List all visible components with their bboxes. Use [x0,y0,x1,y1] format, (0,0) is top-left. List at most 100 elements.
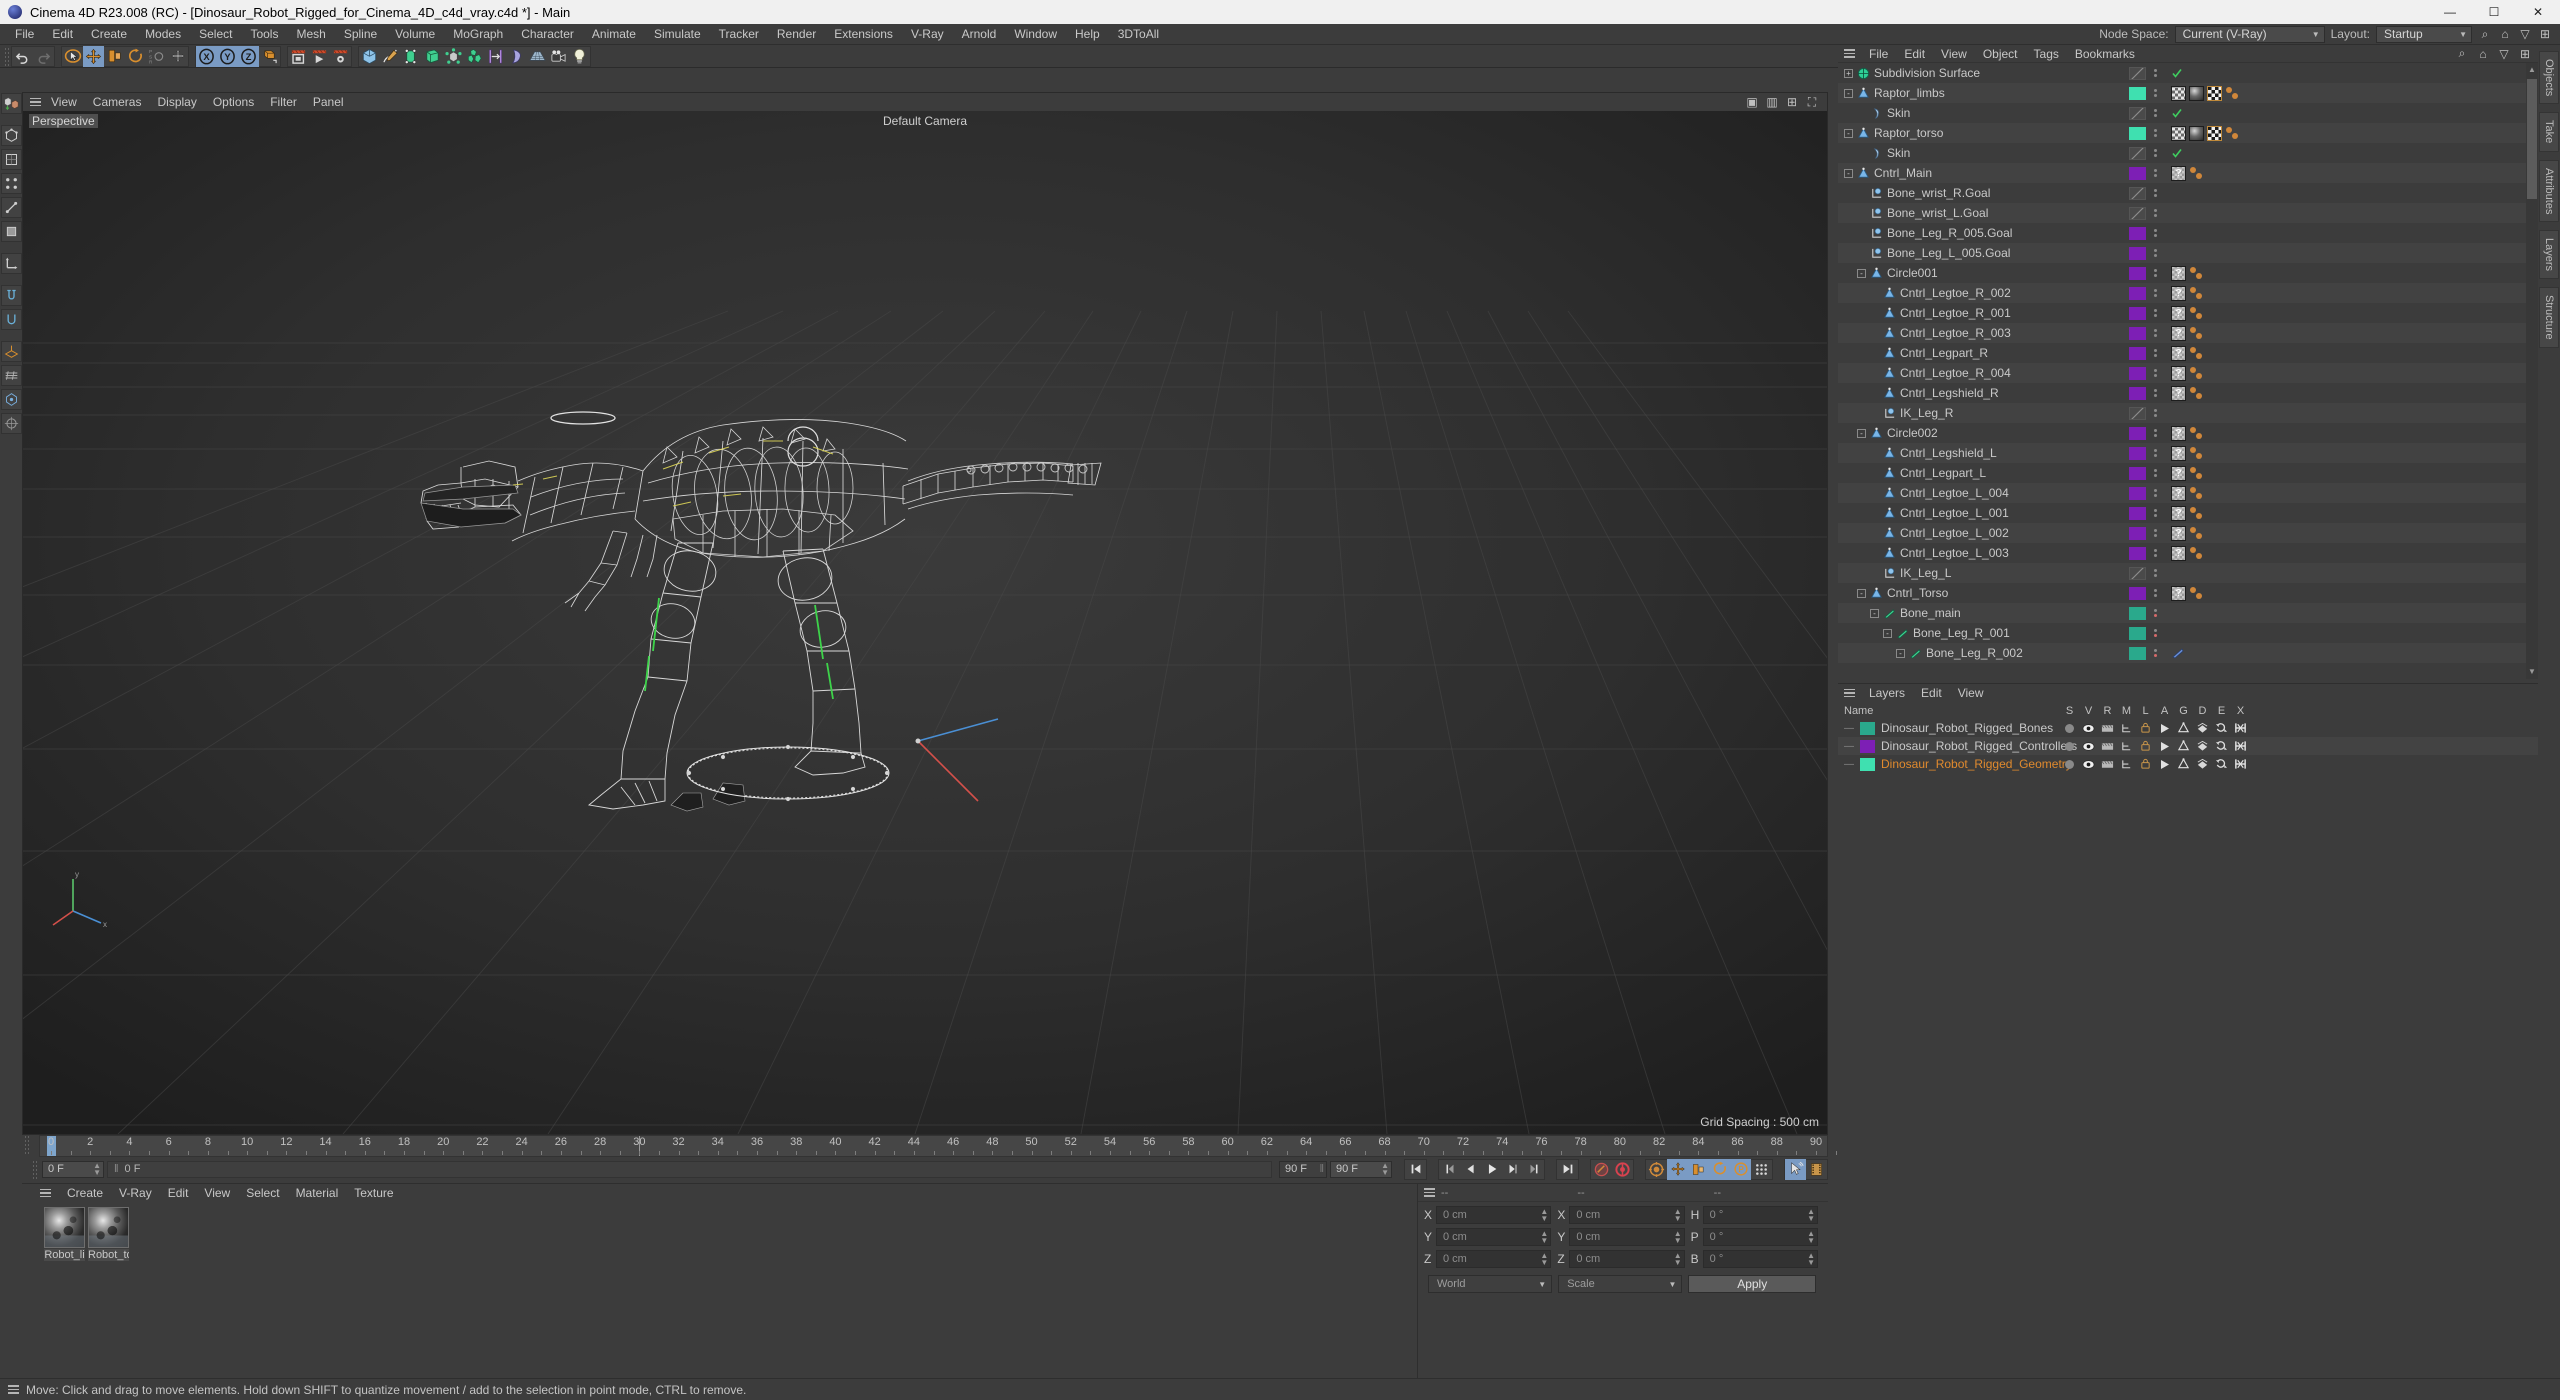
layer-toggle-l[interactable] [2136,722,2155,734]
object-visibility-dots[interactable] [2154,189,2157,197]
layer-toggle-x[interactable] [2231,740,2250,752]
object-visibility-dots[interactable] [2154,569,2157,577]
object-layer-color-chip[interactable] [2129,566,2146,580]
rotation-h-field[interactable]: 0 ° ▲ ▼ [1702,1206,1818,1224]
object-tree-row[interactable]: - Raptor_torso [1838,123,2526,143]
material-preview-sphere[interactable] [44,1207,85,1248]
viewport-menu-item-panel[interactable]: Panel [305,93,352,111]
editor-visibility-dot[interactable] [2154,409,2157,412]
world-object-axis-tool[interactable] [167,46,188,67]
object-layer-color-chip[interactable] [2129,206,2146,220]
viewport-menu-item-display[interactable]: Display [149,93,204,111]
object-tree-row[interactable]: Cntrl_Legtoe_L_004? [1838,483,2526,503]
editor-visibility-dot[interactable] [2154,249,2157,252]
object-tree-row[interactable]: Cntrl_Legtoe_L_002? [1838,523,2526,543]
object-tag-list[interactable]: ? [2171,165,2204,181]
layer-toggle-g[interactable] [2174,758,2193,770]
point-level-animation-button[interactable] [1751,1159,1772,1180]
layer-color-chip[interactable] [1860,721,1875,735]
menu-item-mograph[interactable]: MoGraph [444,24,512,45]
render-visibility-dot[interactable] [2154,234,2157,237]
scale-tool[interactable] [104,46,125,67]
object-tag-list[interactable]: ? [2171,585,2204,601]
object-visibility-dots[interactable] [2154,609,2157,617]
render-visibility-dot[interactable] [2154,554,2157,557]
layer-row[interactable]: — Dinosaur_Robot_Rigged_Bones [1838,719,2538,737]
add-environment-button[interactable] [464,46,485,67]
viewport-split-icon[interactable]: ▥ [1765,94,1779,110]
object-layer-color-chip[interactable] [2129,66,2146,80]
current-frame-field[interactable]: 0 F ▲ ▼ [42,1160,104,1178]
menu-item-spline[interactable]: Spline [335,24,386,45]
material-menu-hamburger-icon[interactable] [40,1188,51,1198]
object-tree-row[interactable]: - Raptor_limbs [1838,83,2526,103]
object-menu-item-bookmarks[interactable]: Bookmarks [2067,45,2143,63]
editor-visibility-dot[interactable] [2154,609,2157,612]
add-panel-icon[interactable]: ⊞ [2538,26,2552,42]
menu-item-character[interactable]: Character [512,24,583,45]
editor-visibility-dot[interactable] [2154,389,2157,392]
keyframe-selection-button[interactable] [1646,1159,1667,1180]
maximize-button[interactable]: ☐ [2472,0,2516,24]
object-layer-color-chip[interactable] [2129,346,2146,360]
editor-visibility-dot[interactable] [2154,529,2157,532]
render-visibility-dot[interactable] [2154,274,2157,277]
object-layer-color-chip[interactable] [2129,426,2146,440]
menu-item-modes[interactable]: Modes [136,24,190,45]
search-icon[interactable]: ⌕ [2478,26,2492,42]
size-z-field[interactable]: 0 cm ▲ ▼ [1569,1250,1685,1268]
edges-mode-button[interactable] [0,197,22,218]
right-rail-tab-attributes[interactable]: Attributes [2539,159,2559,223]
spinner-icon[interactable]: ▲ ▼ [1807,1230,1815,1245]
render-visibility-dot[interactable] [2154,334,2157,337]
render-visibility-dot[interactable] [2154,354,2157,357]
menu-item-animate[interactable]: Animate [583,24,645,45]
layer-menu-item-layers[interactable]: Layers [1861,684,1913,702]
object-tag-list[interactable]: ? [2171,265,2204,281]
object-visibility-dots[interactable] [2154,529,2157,537]
object-layer-color-chip[interactable] [2129,226,2146,240]
menu-item-render[interactable]: Render [768,24,825,45]
menu-item-create[interactable]: Create [82,24,136,45]
object-tree-row[interactable]: Cntrl_Legshield_R? [1838,383,2526,403]
object-tree-row[interactable]: - Bone_main [1838,603,2526,623]
object-visibility-dots[interactable] [2154,629,2157,637]
null-object-button[interactable] [0,413,22,434]
object-visibility-dots[interactable] [2154,469,2157,477]
editor-visibility-dot[interactable] [2154,329,2157,332]
object-visibility-dots[interactable] [2154,369,2157,377]
editor-visibility-dot[interactable] [2154,629,2157,632]
object-tree-row[interactable]: - Circle001? [1838,263,2526,283]
layer-toggle-v[interactable] [2079,759,2098,770]
viewport-3d-canvas[interactable]: y x Perspective Default Camera Grid Spac… [23,111,1827,1134]
undo-button[interactable] [12,46,33,67]
filter-icon[interactable]: ▽ [2497,46,2511,62]
add-panel-icon[interactable]: ⊞ [2518,46,2532,62]
editor-visibility-dot[interactable] [2154,349,2157,352]
menu-item-v-ray[interactable]: V-Ray [902,24,953,45]
auto-redraw-button[interactable] [1785,1158,1806,1180]
object-visibility-dots[interactable] [2154,249,2157,257]
object-tree-row[interactable]: IK_Leg_R [1838,403,2526,423]
menu-item-3dtoall[interactable]: 3DToAll [1109,24,1168,45]
object-tag-list[interactable]: ? [2171,285,2204,301]
enable-snapping-button[interactable] [0,285,22,306]
editor-visibility-dot[interactable] [2154,549,2157,552]
render-visibility-dot[interactable] [2154,434,2157,437]
expand-collapse-icon[interactable]: - [1857,428,1866,438]
expand-collapse-icon[interactable]: - [1844,88,1853,98]
editor-visibility-dot[interactable] [2154,309,2157,312]
points-mode-button[interactable] [0,173,22,194]
editor-visibility-dot[interactable] [2154,589,2157,592]
layer-toggle-a[interactable] [2155,741,2174,752]
home-icon[interactable]: ⌂ [2476,46,2490,62]
render-region-button[interactable] [309,46,330,67]
world-coordinate-system-button[interactable] [259,46,280,67]
add-cube-button[interactable] [359,46,380,67]
viewport-single-view-icon[interactable]: ▣ [1745,94,1759,110]
layer-toggle-r[interactable] [2098,759,2117,770]
object-tree-row[interactable]: + Subdivision Surface [1838,63,2526,83]
deformer-cage-button[interactable] [0,389,22,410]
expand-collapse-icon[interactable]: - [1857,588,1866,598]
add-floor-button[interactable] [527,46,548,67]
